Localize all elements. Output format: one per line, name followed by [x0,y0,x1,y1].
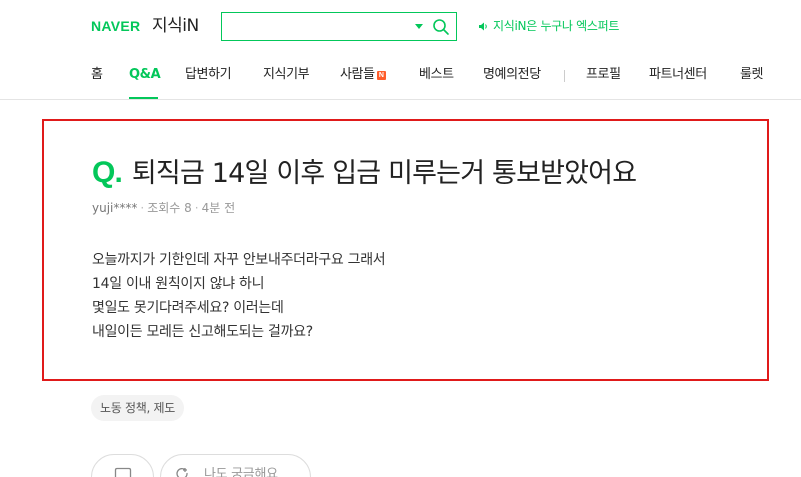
naver-logo[interactable]: NAVER [91,17,140,35]
question-card: Q. 퇴직금 14일 이후 입금 미루는거 통보받았어요 yuji**** · 조회… [42,119,769,381]
question-title: 퇴직금 14일 이후 입금 미루는거 통보받았어요 [131,158,637,189]
nav-item-qna[interactable]: Q&A [129,66,161,84]
expert-link[interactable]: 지식iN은 누구나 엑스퍼트 [478,17,619,35]
speaker-icon [479,22,487,30]
question-body-line: 14일 이내 원칙이지 않냐 하니 [92,276,265,292]
curious-icon [176,467,188,477]
search-input[interactable] [222,13,408,40]
search-dropdown-icon[interactable] [415,24,423,29]
comment-button[interactable] [91,454,154,477]
nav-item-roulette[interactable]: 룰렛 [740,66,764,84]
nav-item-people[interactable]: 사람들 N [340,66,386,84]
question-mark: Q. [92,156,123,189]
new-badge: N [376,71,386,80]
question-body-line: 몇일도 못기다려주세요? 이러는데 [92,300,284,316]
question-meta: yuji**** · 조회수 8 · 4분 전 [92,200,235,216]
curious-button[interactable]: 나도 궁금해요 [160,454,311,477]
nav-item-partner-center[interactable]: 파트너센터 [649,66,707,84]
search-icon[interactable] [432,18,450,36]
question-time: 4분 전 [201,201,236,215]
nav-item-home[interactable]: 홈 [91,66,103,84]
nav-item-best[interactable]: 베스트 [419,66,454,84]
curious-button-label: 나도 궁금해요 [204,467,278,477]
category-tag[interactable]: 노동 정책, 제도 [91,395,184,421]
meta-separator: · [194,201,199,215]
nav-divider [564,70,565,82]
nav-item-hall-of-fame[interactable]: 명예의전당 [483,66,541,84]
nav-item-profile[interactable]: 프로필 [586,66,621,84]
nav-item-answer[interactable]: 답변하기 [185,66,232,84]
main-nav: 홈 Q&A 답변하기 지식기부 사람들 N 베스트 명예의전당 프로필 파트너센터… [0,54,801,100]
question-title-row: Q. 퇴직금 14일 이후 입금 미루는거 통보받았어요 [92,155,637,192]
comment-icon [114,467,132,477]
active-tab-indicator [129,97,158,99]
nav-item-people-label: 사람들 [340,67,375,82]
search-box [221,12,457,41]
question-author[interactable]: yuji**** [92,201,137,215]
question-body-line: 내일이든 모레든 신고해도되는 걸까요? [92,324,313,340]
nav-item-donation[interactable]: 지식기부 [263,66,310,84]
question-body-line: 오늘까지가 기한인데 자꾸 안보내주더라구요 그래서 [92,252,386,268]
jisikin-logo[interactable]: 지식iN [152,14,199,38]
expert-link-label: 지식iN은 누구나 엑스퍼트 [493,19,620,33]
question-views: 조회수 8 [147,201,192,215]
header: NAVER 지식iN 지식iN은 누구나 엑스퍼트 [0,0,801,54]
question-body: 오늘까지가 기한인데 자꾸 안보내주더라구요 그래서 14일 이내 원칙이지 않… [92,248,386,344]
meta-separator: · [140,201,145,215]
